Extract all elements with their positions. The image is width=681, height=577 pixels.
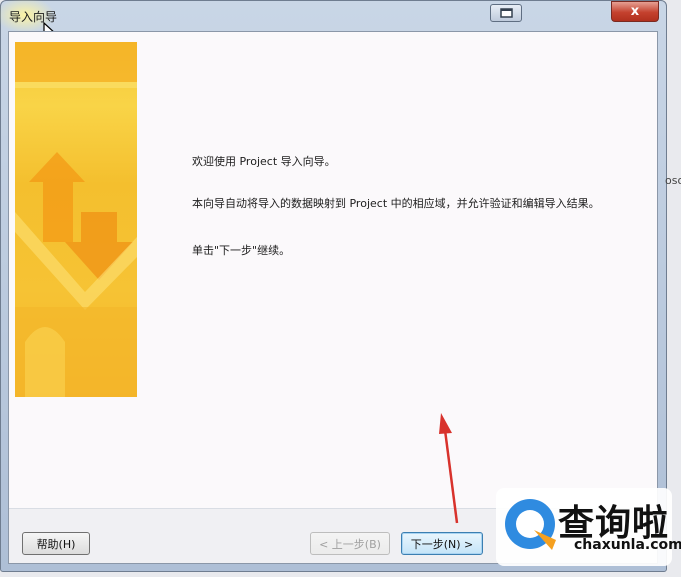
watermark-url: chaxunla.com <box>574 537 681 553</box>
